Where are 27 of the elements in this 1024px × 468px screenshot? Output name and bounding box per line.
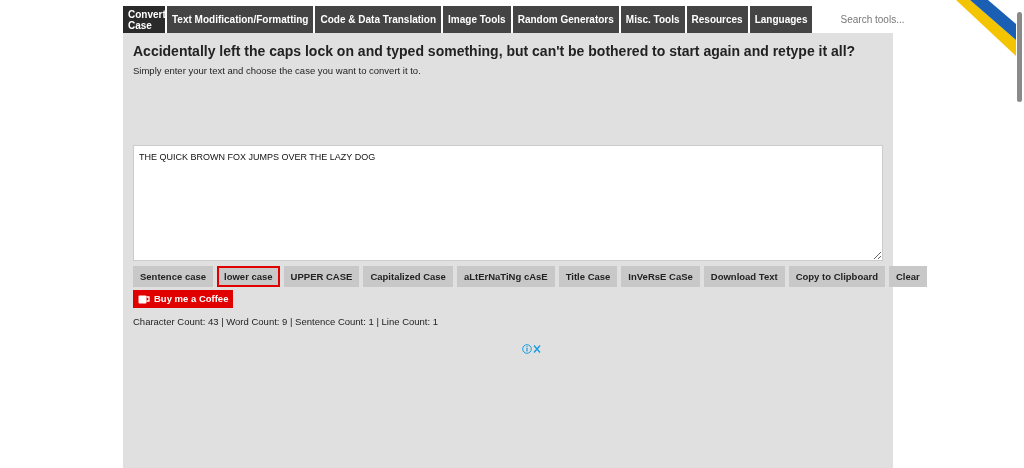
coffee-button[interactable]: Buy me a Coffee — [133, 290, 234, 309]
text-counts: Character Count: 43 | Word Count: 9 | Sentence Count: 1 | Line Count: 1 — [133, 315, 440, 330]
nav-tab[interactable]: Code & Data Translation — [315, 6, 442, 33]
flag-ribbon-icon — [956, 0, 1016, 56]
nav-tab[interactable]: Text Modification/Formatting — [167, 6, 314, 33]
scrollbar[interactable] — [1017, 12, 1022, 102]
case-button[interactable]: Download Text — [703, 266, 785, 288]
case-button[interactable]: Sentence case — [133, 266, 213, 288]
nav-tab[interactable]: Misc. Tools — [620, 6, 685, 33]
text-input-area[interactable]: THE QUICK BROWN FOX JUMPS OVER THE LAZY DOG — [133, 145, 883, 262]
nav-tab[interactable]: Image Tools — [443, 6, 511, 33]
nav-tab[interactable]: Resources — [686, 6, 748, 33]
case-button[interactable]: InVeRsE CaSe — [621, 266, 700, 288]
case-button[interactable]: Clear — [888, 266, 927, 288]
case-button[interactable]: Copy to Clipboard — [788, 266, 885, 288]
nav-tab[interactable]: Convert Case — [123, 6, 165, 33]
case-button[interactable]: lower case — [217, 266, 280, 288]
case-button[interactable]: aLtErNaTiNg cAsE — [456, 266, 555, 288]
ad-info-close-icon[interactable] — [522, 343, 542, 354]
page-subtitle: Simply enter your text and choose the case you want to convert it to. — [133, 64, 422, 78]
case-button[interactable]: UPPER CASE — [283, 266, 360, 288]
nav-tab[interactable]: Random Generators — [512, 6, 619, 33]
case-button[interactable]: Title Case — [558, 266, 618, 288]
case-button[interactable]: Capitalized Case — [363, 266, 453, 288]
nav-tab[interactable]: Languages — [749, 6, 813, 33]
cup-icon — [138, 294, 150, 304]
page-heading: Accidentally left the caps lock on and typed something, but can't be bothered to start again and retype it all? — [133, 42, 857, 61]
